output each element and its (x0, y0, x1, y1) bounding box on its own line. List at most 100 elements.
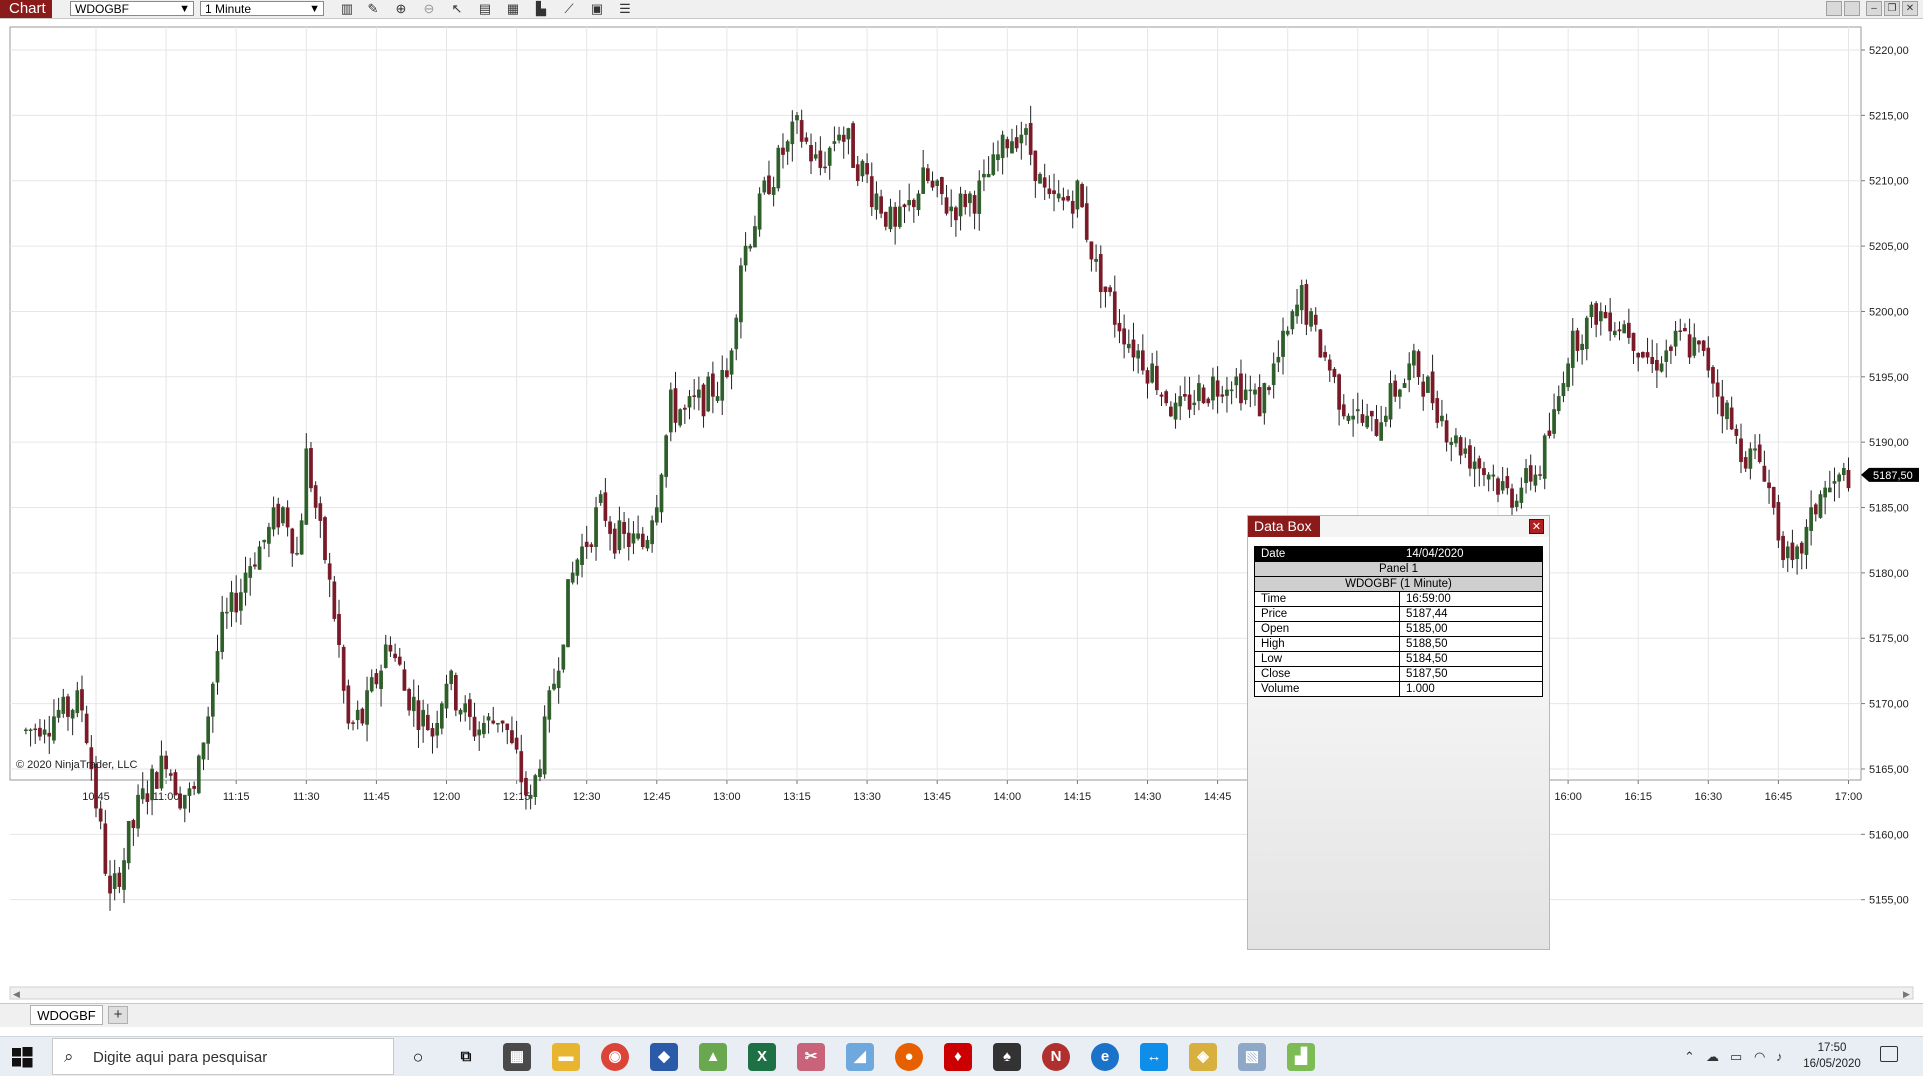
properties-icon[interactable]: ▤ (476, 1, 494, 17)
excel-icon[interactable]: X (748, 1043, 776, 1071)
battery-icon[interactable]: ▭ (1730, 1049, 1742, 1065)
chart-panel[interactable]: 5220,00 5215,00 5210,00 5205,00 5200,00 5195,… (0, 19, 1923, 1003)
row-label: High (1254, 636, 1400, 652)
chart-toolbar: Chart WDOGBF ▼ 1 Minute ▼ ▥ ✎ ⊕ ⊖ ↖ ▤ ▦ … (0, 0, 1923, 19)
volume-icon[interactable]: ♪ (1776, 1049, 1783, 1064)
candle-down (323, 517, 327, 561)
row-value: 5188,50 (1399, 636, 1543, 652)
candle-down (911, 199, 916, 208)
cloud-icon[interactable]: ☁ (1706, 1049, 1719, 1065)
candle-up (1673, 330, 1678, 347)
calculator-icon[interactable]: ▦ (503, 1043, 531, 1071)
cortana-icon[interactable]: ○ (404, 1043, 432, 1071)
candle-down (505, 723, 510, 730)
candle-up (654, 507, 659, 523)
candle-down (944, 197, 949, 214)
drawing-tools-icon[interactable]: ⟋ (560, 1, 578, 17)
snip-icon[interactable]: ✂ (797, 1043, 825, 1071)
candle-up (1290, 311, 1295, 330)
row-label: Close (1254, 666, 1400, 682)
candle-up (921, 167, 926, 194)
chevron-right-icon[interactable]: ▶ (1903, 989, 1910, 999)
close-icon[interactable]: ✕ (1902, 1, 1918, 16)
tile-icon-2[interactable] (1844, 1, 1860, 16)
app-icon-6[interactable]: ◈ (1189, 1043, 1217, 1071)
edge-icon[interactable]: e (1091, 1043, 1119, 1071)
app-icon-5[interactable]: ♠ (993, 1043, 1021, 1071)
interval-selector[interactable]: 1 Minute ▼ (200, 1, 324, 16)
indicators-icon[interactable]: ▙ (532, 1, 550, 17)
tile-icon[interactable] (1826, 1, 1842, 16)
candle-up (225, 611, 229, 614)
data-box-header[interactable]: Data Box ✕ (1248, 516, 1549, 537)
bars-icon[interactable]: ▥ (338, 1, 356, 17)
candle-down (1159, 394, 1164, 397)
candle-down (799, 120, 804, 142)
wifi-icon[interactable]: ◠ (1754, 1049, 1765, 1065)
x-axis-tick-label: 12:30 (573, 791, 601, 803)
candle-down (1066, 196, 1070, 201)
candle-up (916, 193, 921, 211)
candle-down (1215, 380, 1220, 397)
candle-down (1304, 284, 1309, 325)
candle-up (1192, 402, 1197, 406)
chrome-icon[interactable]: ◉ (601, 1043, 629, 1071)
minimize-icon[interactable]: – (1866, 1, 1882, 16)
table-row: Low 5184,50 (1254, 651, 1543, 667)
pointer-icon[interactable]: ↖ (448, 1, 466, 17)
teamviewer-icon[interactable]: ↔ (1140, 1043, 1168, 1071)
candle-up (1225, 389, 1229, 396)
app-icon-2[interactable]: ▲ (699, 1043, 727, 1071)
chevron-up-icon[interactable]: ⌃ (1684, 1049, 1695, 1065)
add-tab-button[interactable]: + (108, 1006, 128, 1024)
task-view-icon[interactable]: ⧉ (452, 1043, 480, 1071)
strategies-icon[interactable]: ▦ (504, 1, 522, 17)
ninjatrader-icon[interactable]: N (1042, 1043, 1070, 1071)
candle-down (430, 728, 435, 737)
candle-down (1458, 437, 1463, 456)
candle-down (285, 507, 290, 528)
table-row: Open 5185,00 (1254, 621, 1543, 637)
horizontal-scrollbar[interactable] (9, 986, 1914, 1000)
pencil-icon[interactable]: ✎ (364, 1, 382, 17)
candle-up (196, 755, 201, 794)
candle-up (257, 546, 262, 570)
candle-up (1598, 311, 1603, 322)
candle-up (1075, 180, 1080, 210)
restore-icon[interactable]: ❐ (1884, 1, 1900, 16)
chart-tab[interactable]: Chart (0, 0, 52, 18)
tab-wdogbf[interactable]: WDOGBF (30, 1005, 103, 1025)
app-icon-8[interactable]: ▟ (1287, 1043, 1315, 1071)
templates-icon[interactable]: ▣ (588, 1, 606, 17)
list-icon[interactable]: ☰ (616, 1, 634, 17)
windows-start-icon[interactable] (10, 1045, 34, 1069)
candle-up (126, 820, 131, 864)
table-row: Time 16:59:00 (1254, 591, 1543, 607)
table-row: Volume 1.000 (1254, 681, 1543, 697)
chevron-left-icon[interactable]: ◀ (13, 989, 20, 999)
firefox-icon[interactable]: ● (895, 1043, 923, 1071)
app-icon-7[interactable]: ▧ (1238, 1043, 1266, 1071)
taskbar-search-input[interactable]: ⌕ Digite aqui para pesquisar (52, 1038, 394, 1075)
candle-down (468, 699, 472, 717)
data-box-window[interactable]: Data Box ✕ Date 14/04/2020 Panel 1 WDOGB… (1247, 515, 1550, 950)
candle-up (1248, 389, 1253, 392)
candle-up (271, 507, 276, 530)
candle-down (673, 388, 678, 423)
app-icon-4[interactable]: ♦ (944, 1043, 972, 1071)
file-explorer-icon[interactable]: ▬ (552, 1043, 580, 1071)
notification-icon[interactable] (1880, 1046, 1898, 1062)
zoom-in-icon[interactable]: ⊕ (392, 1, 410, 17)
candle-down (940, 177, 944, 195)
close-icon[interactable]: ✕ (1529, 519, 1544, 534)
app-icon-3[interactable]: ◢ (846, 1043, 874, 1071)
app-icon[interactable]: ◆ (650, 1043, 678, 1071)
instrument-selector[interactable]: WDOGBF ▼ (70, 1, 194, 16)
row-value: 1.000 (1399, 681, 1543, 697)
candle-up (1000, 134, 1005, 159)
price-chart[interactable]: 5220,00 5215,00 5210,00 5205,00 5200,00 5195,… (0, 19, 1923, 1003)
zoom-out-icon[interactable]: ⊖ (420, 1, 438, 17)
system-clock[interactable]: 17:50 16/05/2020 (1802, 1040, 1862, 1072)
candle-up (575, 559, 580, 576)
candle-up (771, 187, 776, 195)
